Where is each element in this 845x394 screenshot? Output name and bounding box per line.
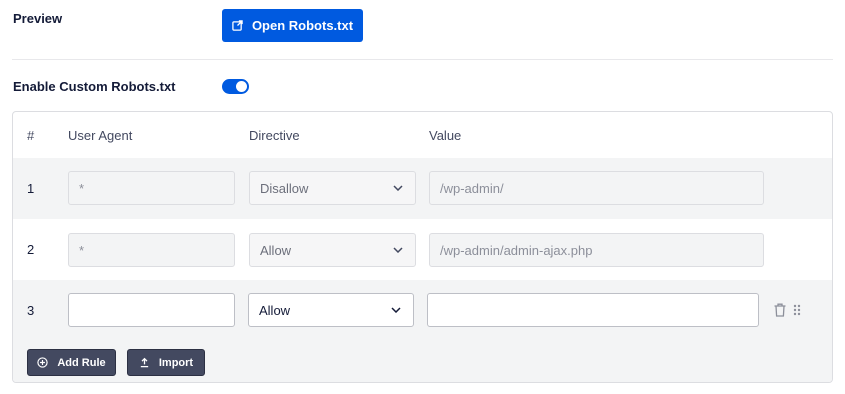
table-row: 1 * Disallow /wp-admin/: [13, 158, 832, 219]
preview-label: Preview: [13, 11, 63, 26]
import-button[interactable]: Import: [127, 349, 205, 376]
column-header-value: Value: [429, 128, 462, 143]
toggle-knob: [236, 81, 247, 92]
robots-rules-table: # User Agent Directive Value 1 * Disallo…: [12, 111, 833, 383]
add-rule-button[interactable]: Add Rule: [27, 349, 116, 376]
enable-custom-robots-label: Enable Custom Robots.txt: [13, 79, 176, 94]
chevron-down-icon: [393, 185, 403, 191]
directive-select[interactable]: Allow: [249, 233, 416, 267]
trash-icon[interactable]: [774, 303, 786, 317]
import-label: Import: [158, 356, 194, 369]
row-number: 2: [27, 242, 35, 257]
add-rule-label: Add Rule: [57, 356, 106, 369]
directive-select[interactable]: Disallow: [249, 171, 416, 205]
row-number: 3: [27, 303, 35, 318]
plus-circle-icon: [37, 357, 49, 368]
value-field[interactable]: /wp-admin/: [429, 171, 764, 205]
user-agent-field[interactable]: *: [68, 171, 235, 205]
column-header-number: #: [27, 128, 35, 143]
column-header-user-agent: User Agent: [68, 128, 133, 143]
enable-custom-robots-toggle[interactable]: [222, 79, 249, 94]
table-footer: Add Rule Import: [13, 341, 832, 382]
external-link-icon: [232, 20, 243, 31]
upload-icon: [140, 357, 149, 368]
directive-value: Disallow: [260, 180, 309, 196]
user-agent-field[interactable]: *: [68, 233, 235, 267]
table-row: 2 * Allow /wp-admin/admin-ajax.php: [13, 219, 832, 280]
chevron-down-icon: [393, 247, 403, 253]
column-header-directive: Directive: [249, 128, 300, 143]
directive-value: Allow: [260, 242, 292, 258]
value-field[interactable]: /wp-admin/admin-ajax.php: [429, 233, 764, 267]
chevron-down-icon: [391, 307, 401, 313]
row-number: 1: [27, 181, 35, 196]
value-input[interactable]: [427, 293, 759, 327]
user-agent-input[interactable]: [68, 293, 235, 327]
open-robots-txt-button[interactable]: Open Robots.txt: [222, 9, 363, 42]
open-robots-txt-label: Open Robots.txt: [251, 18, 354, 33]
section-divider: [12, 59, 833, 60]
drag-handle-icon[interactable]: [793, 304, 801, 316]
directive-value: Allow: [259, 302, 291, 318]
table-row: 3 Allow: [13, 280, 832, 341]
directive-select[interactable]: Allow: [248, 293, 414, 327]
